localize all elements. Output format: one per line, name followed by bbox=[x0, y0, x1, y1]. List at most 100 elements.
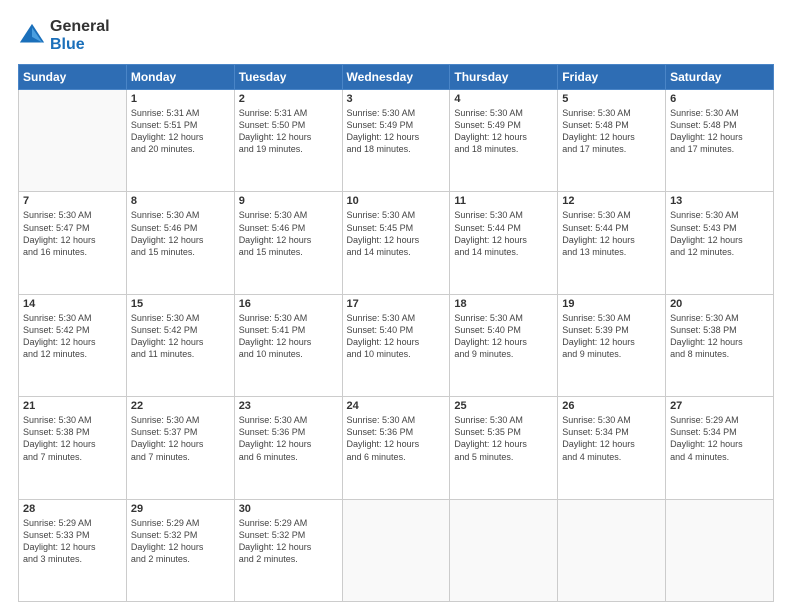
day-number: 10 bbox=[347, 195, 446, 207]
calendar-cell: 21 Sunrise: 5:30 AM Sunset: 5:38 PM Dayli… bbox=[19, 397, 127, 499]
calendar-cell: 15 Sunrise: 5:30 AM Sunset: 5:42 PM Dayli… bbox=[126, 294, 234, 396]
day-info: Sunrise: 5:30 AM Sunset: 5:47 PM Dayligh… bbox=[23, 209, 122, 258]
day-number: 7 bbox=[23, 195, 122, 207]
day-number: 8 bbox=[131, 195, 230, 207]
day-number: 30 bbox=[239, 503, 338, 515]
day-info: Sunrise: 5:30 AM Sunset: 5:48 PM Dayligh… bbox=[670, 107, 769, 156]
calendar-cell: 22 Sunrise: 5:30 AM Sunset: 5:37 PM Dayli… bbox=[126, 397, 234, 499]
day-number: 16 bbox=[239, 298, 338, 310]
page: General Blue SundayMondayTuesdayWednesda… bbox=[0, 0, 792, 612]
day-info: Sunrise: 5:30 AM Sunset: 5:46 PM Dayligh… bbox=[239, 209, 338, 258]
calendar-cell bbox=[450, 499, 558, 601]
weekday-header-sunday: Sunday bbox=[19, 65, 127, 90]
day-info: Sunrise: 5:30 AM Sunset: 5:49 PM Dayligh… bbox=[454, 107, 553, 156]
day-info: Sunrise: 5:30 AM Sunset: 5:41 PM Dayligh… bbox=[239, 312, 338, 361]
logo: General Blue bbox=[18, 18, 110, 54]
calendar-cell: 12 Sunrise: 5:30 AM Sunset: 5:44 PM Dayli… bbox=[558, 192, 666, 294]
day-info: Sunrise: 5:30 AM Sunset: 5:38 PM Dayligh… bbox=[670, 312, 769, 361]
calendar-cell: 9 Sunrise: 5:30 AM Sunset: 5:46 PM Daylig… bbox=[234, 192, 342, 294]
weekday-header-thursday: Thursday bbox=[450, 65, 558, 90]
day-number: 20 bbox=[670, 298, 769, 310]
day-info: Sunrise: 5:29 AM Sunset: 5:32 PM Dayligh… bbox=[239, 517, 338, 566]
header: General Blue bbox=[18, 18, 774, 54]
day-info: Sunrise: 5:30 AM Sunset: 5:35 PM Dayligh… bbox=[454, 414, 553, 463]
day-number: 26 bbox=[562, 400, 661, 412]
day-number: 3 bbox=[347, 93, 446, 105]
day-info: Sunrise: 5:30 AM Sunset: 5:36 PM Dayligh… bbox=[239, 414, 338, 463]
calendar-cell: 23 Sunrise: 5:30 AM Sunset: 5:36 PM Dayli… bbox=[234, 397, 342, 499]
day-number: 9 bbox=[239, 195, 338, 207]
logo-text: General Blue bbox=[50, 18, 110, 54]
day-number: 1 bbox=[131, 93, 230, 105]
week-row-0: 1 Sunrise: 5:31 AM Sunset: 5:51 PM Daylig… bbox=[19, 90, 774, 192]
weekday-header-friday: Friday bbox=[558, 65, 666, 90]
day-number: 13 bbox=[670, 195, 769, 207]
weekday-header-row: SundayMondayTuesdayWednesdayThursdayFrid… bbox=[19, 65, 774, 90]
day-info: Sunrise: 5:30 AM Sunset: 5:42 PM Dayligh… bbox=[23, 312, 122, 361]
day-number: 12 bbox=[562, 195, 661, 207]
calendar-cell: 14 Sunrise: 5:30 AM Sunset: 5:42 PM Dayli… bbox=[19, 294, 127, 396]
day-number: 24 bbox=[347, 400, 446, 412]
calendar-cell: 26 Sunrise: 5:30 AM Sunset: 5:34 PM Dayli… bbox=[558, 397, 666, 499]
day-number: 2 bbox=[239, 93, 338, 105]
week-row-2: 14 Sunrise: 5:30 AM Sunset: 5:42 PM Dayli… bbox=[19, 294, 774, 396]
weekday-header-monday: Monday bbox=[126, 65, 234, 90]
day-info: Sunrise: 5:31 AM Sunset: 5:51 PM Dayligh… bbox=[131, 107, 230, 156]
day-number: 6 bbox=[670, 93, 769, 105]
weekday-header-wednesday: Wednesday bbox=[342, 65, 450, 90]
weekday-header-saturday: Saturday bbox=[666, 65, 774, 90]
day-number: 21 bbox=[23, 400, 122, 412]
day-number: 11 bbox=[454, 195, 553, 207]
calendar-cell bbox=[342, 499, 450, 601]
calendar-cell: 11 Sunrise: 5:30 AM Sunset: 5:44 PM Dayli… bbox=[450, 192, 558, 294]
day-number: 17 bbox=[347, 298, 446, 310]
day-info: Sunrise: 5:30 AM Sunset: 5:37 PM Dayligh… bbox=[131, 414, 230, 463]
calendar-cell: 5Sunrise: 5:30 AM Sunset: 5:48 PM Daylig… bbox=[558, 90, 666, 192]
day-number: 28 bbox=[23, 503, 122, 515]
calendar-cell bbox=[558, 499, 666, 601]
logo-icon bbox=[18, 22, 46, 50]
day-info: Sunrise: 5:30 AM Sunset: 5:34 PM Dayligh… bbox=[562, 414, 661, 463]
day-info: Sunrise: 5:30 AM Sunset: 5:36 PM Dayligh… bbox=[347, 414, 446, 463]
calendar-cell: 30 Sunrise: 5:29 AM Sunset: 5:32 PM Dayli… bbox=[234, 499, 342, 601]
day-info: Sunrise: 5:30 AM Sunset: 5:49 PM Dayligh… bbox=[347, 107, 446, 156]
day-number: 18 bbox=[454, 298, 553, 310]
day-number: 5 bbox=[562, 93, 661, 105]
day-number: 15 bbox=[131, 298, 230, 310]
day-info: Sunrise: 5:29 AM Sunset: 5:34 PM Dayligh… bbox=[670, 414, 769, 463]
calendar-cell: 18 Sunrise: 5:30 AM Sunset: 5:40 PM Dayli… bbox=[450, 294, 558, 396]
calendar-cell: 8 Sunrise: 5:30 AM Sunset: 5:46 PM Daylig… bbox=[126, 192, 234, 294]
week-row-1: 7 Sunrise: 5:30 AM Sunset: 5:47 PM Daylig… bbox=[19, 192, 774, 294]
day-info: Sunrise: 5:30 AM Sunset: 5:44 PM Dayligh… bbox=[454, 209, 553, 258]
day-info: Sunrise: 5:30 AM Sunset: 5:46 PM Dayligh… bbox=[131, 209, 230, 258]
week-row-3: 21 Sunrise: 5:30 AM Sunset: 5:38 PM Dayli… bbox=[19, 397, 774, 499]
day-info: Sunrise: 5:30 AM Sunset: 5:45 PM Dayligh… bbox=[347, 209, 446, 258]
weekday-header-tuesday: Tuesday bbox=[234, 65, 342, 90]
calendar-cell: 13 Sunrise: 5:30 AM Sunset: 5:43 PM Dayli… bbox=[666, 192, 774, 294]
calendar-cell bbox=[666, 499, 774, 601]
day-number: 23 bbox=[239, 400, 338, 412]
day-info: Sunrise: 5:30 AM Sunset: 5:40 PM Dayligh… bbox=[454, 312, 553, 361]
calendar-cell: 2 Sunrise: 5:31 AM Sunset: 5:50 PM Daylig… bbox=[234, 90, 342, 192]
calendar-cell: 3 Sunrise: 5:30 AM Sunset: 5:49 PM Daylig… bbox=[342, 90, 450, 192]
day-info: Sunrise: 5:30 AM Sunset: 5:42 PM Dayligh… bbox=[131, 312, 230, 361]
calendar-cell: 7 Sunrise: 5:30 AM Sunset: 5:47 PM Daylig… bbox=[19, 192, 127, 294]
calendar-cell: 17Sunrise: 5:30 AM Sunset: 5:40 PM Dayli… bbox=[342, 294, 450, 396]
day-info: Sunrise: 5:30 AM Sunset: 5:44 PM Dayligh… bbox=[562, 209, 661, 258]
calendar-cell: 4 Sunrise: 5:30 AM Sunset: 5:49 PM Daylig… bbox=[450, 90, 558, 192]
day-info: Sunrise: 5:30 AM Sunset: 5:38 PM Dayligh… bbox=[23, 414, 122, 463]
week-row-4: 28 Sunrise: 5:29 AM Sunset: 5:33 PM Dayli… bbox=[19, 499, 774, 601]
calendar-cell: 1 Sunrise: 5:31 AM Sunset: 5:51 PM Daylig… bbox=[126, 90, 234, 192]
day-number: 22 bbox=[131, 400, 230, 412]
day-number: 27 bbox=[670, 400, 769, 412]
calendar-cell: 29Sunrise: 5:29 AM Sunset: 5:32 PM Dayli… bbox=[126, 499, 234, 601]
calendar-cell: 10 Sunrise: 5:30 AM Sunset: 5:45 PM Dayli… bbox=[342, 192, 450, 294]
day-info: Sunrise: 5:29 AM Sunset: 5:32 PM Dayligh… bbox=[131, 517, 230, 566]
day-info: Sunrise: 5:30 AM Sunset: 5:43 PM Dayligh… bbox=[670, 209, 769, 258]
calendar-cell bbox=[19, 90, 127, 192]
calendar-cell: 24 Sunrise: 5:30 AM Sunset: 5:36 PM Dayli… bbox=[342, 397, 450, 499]
day-number: 14 bbox=[23, 298, 122, 310]
day-number: 4 bbox=[454, 93, 553, 105]
day-info: Sunrise: 5:29 AM Sunset: 5:33 PM Dayligh… bbox=[23, 517, 122, 566]
day-info: Sunrise: 5:31 AM Sunset: 5:50 PM Dayligh… bbox=[239, 107, 338, 156]
